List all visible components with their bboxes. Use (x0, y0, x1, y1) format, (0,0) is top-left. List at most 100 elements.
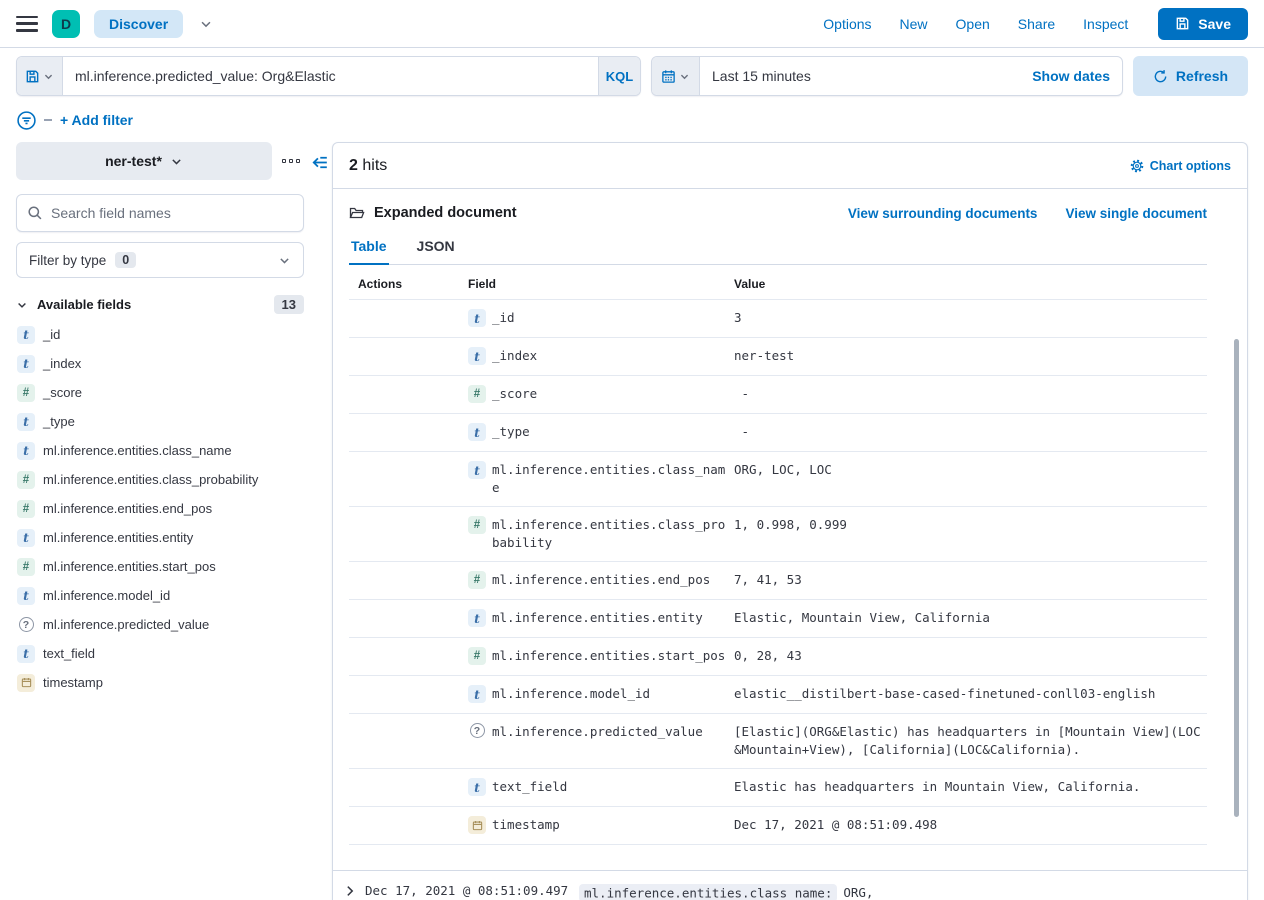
field-name: _index (43, 356, 81, 371)
field-list-item[interactable]: # ml.inference.entities.start_pos (16, 552, 304, 581)
field-list-item[interactable]: # _score (16, 378, 304, 407)
doc-table-row[interactable]: t ml.inference.entities.entity Elastic, … (349, 599, 1207, 637)
documents-table-row: Dec 17, 2021 @ 08:51:09.497 ml.inference… (333, 870, 1247, 900)
row-field-value: ner-test (734, 347, 1207, 365)
doc-viewer-tab[interactable]: Table (349, 234, 389, 265)
time-range-value[interactable]: Last 15 minutes (700, 57, 1020, 95)
filter-menu-icon[interactable] (16, 110, 37, 131)
doc-table-row[interactable]: t _index ner-test (349, 337, 1207, 375)
vertical-scrollbar[interactable] (1234, 339, 1239, 817)
view-document-link[interactable]: View single document (1065, 206, 1207, 221)
field-type-icon: ? (470, 723, 485, 738)
doc-viewer-tab[interactable]: JSON (415, 234, 457, 265)
row-field-name: ml.inference.entities.class_name (492, 461, 726, 496)
chevron-down-icon (43, 71, 54, 82)
field-search (16, 194, 304, 232)
field-type-icon: t (17, 645, 35, 663)
field-type-icon: # (17, 471, 35, 489)
field-type-icon: t (17, 326, 35, 344)
show-dates-button[interactable]: Show dates (1020, 57, 1122, 95)
field-groups-icon[interactable] (278, 142, 304, 180)
query-language-button[interactable]: KQL (598, 57, 640, 95)
doc-table-row[interactable]: ? ml.inference.predicted_value [Elastic]… (349, 713, 1207, 768)
field-list-item[interactable]: t _index (16, 349, 304, 378)
document-source[interactable]: ml.inference.entities.class_name:ORG, LO… (579, 881, 1233, 900)
row-actions-cell (349, 778, 468, 796)
doc-table-row[interactable]: t ml.inference.entities.class_name ORG, … (349, 451, 1207, 506)
field-type-icon: t (468, 461, 486, 479)
header-nav-links: Options New Open Share Inspect (823, 16, 1128, 32)
doc-table-row[interactable]: # ml.inference.entities.end_pos 7, 41, 5… (349, 561, 1207, 599)
row-field-cell: t _index (468, 347, 726, 365)
view-document-link[interactable]: View surrounding documents (848, 206, 1038, 221)
add-filter-button[interactable]: + Add filter (60, 112, 133, 128)
field-list-item[interactable]: # ml.inference.entities.class_probabilit… (16, 465, 304, 494)
row-field-cell: t ml.inference.entities.entity (468, 609, 726, 627)
nav-link[interactable]: New (900, 16, 928, 32)
nav-link[interactable]: Options (823, 16, 871, 32)
doc-table-row[interactable]: # _score - (349, 375, 1207, 413)
doc-table-row[interactable]: # ml.inference.entities.start_pos 0, 28,… (349, 637, 1207, 675)
row-field-cell: # ml.inference.entities.end_pos (468, 571, 726, 589)
nav-link[interactable]: Open (956, 16, 990, 32)
row-actions-cell (349, 423, 468, 441)
menu-icon[interactable] (16, 16, 38, 32)
field-list-item[interactable]: t _type (16, 407, 304, 436)
field-type-icon: # (468, 647, 486, 665)
field-list-item[interactable]: t _id (16, 320, 304, 349)
doc-table-row[interactable]: t ml.inference.model_id elastic__distilb… (349, 675, 1207, 713)
doc-table-row[interactable]: timestamp Dec 17, 2021 @ 08:51:09.498 (349, 806, 1207, 845)
index-pattern-label: ner-test* (105, 153, 162, 169)
field-list-item[interactable]: ? ml.inference.predicted_value (16, 610, 304, 639)
field-list-item[interactable]: # ml.inference.entities.end_pos (16, 494, 304, 523)
expand-document-chevron-icon[interactable] (343, 881, 365, 900)
chevron-down-icon[interactable] (199, 17, 213, 31)
field-list-item[interactable]: timestamp (16, 668, 304, 697)
doc-table-row[interactable]: # ml.inference.entities.class_probabilit… (349, 506, 1207, 561)
doc-table-row[interactable]: t _id 3 (349, 299, 1207, 337)
nav-link[interactable]: Share (1018, 16, 1055, 32)
folder-open-icon (349, 205, 365, 221)
document-timestamp[interactable]: Dec 17, 2021 @ 08:51:09.497 (365, 881, 579, 900)
filter-by-type-count-badge: 0 (115, 252, 136, 268)
query-row: ml.inference.predicted_value: Org&Elasti… (16, 56, 1248, 96)
query-input[interactable]: ml.inference.predicted_value: Org&Elasti… (63, 57, 598, 95)
search-field-names-input[interactable] (51, 205, 293, 221)
source-field-pair: ml.inference.entities.class_name:ORG, LO… (579, 885, 873, 900)
collapse-sidebar-icon[interactable] (309, 153, 328, 172)
field-list-item[interactable]: t ml.inference.entities.entity (16, 523, 304, 552)
save-button[interactable]: Save (1158, 8, 1248, 40)
doc-table-row[interactable]: t _type - (349, 413, 1207, 451)
query-bar: ml.inference.predicted_value: Org&Elasti… (16, 56, 641, 96)
breadcrumb[interactable]: Discover (94, 10, 183, 38)
chevron-down-icon (170, 155, 183, 168)
row-field-cell: # ml.inference.entities.start_pos (468, 647, 726, 665)
nav-link[interactable]: Inspect (1083, 16, 1128, 32)
field-list-item[interactable]: t text_field (16, 639, 304, 668)
refresh-button[interactable]: Refresh (1133, 56, 1248, 96)
chart-options-button[interactable]: Chart options (1130, 159, 1231, 173)
hits-count: 2 (349, 157, 358, 174)
date-quick-menu-button[interactable] (652, 57, 700, 95)
discover-app-logo: D (52, 10, 80, 38)
row-field-name: _index (492, 347, 726, 365)
index-pattern-switcher[interactable]: ner-test* (16, 142, 272, 180)
field-list-item[interactable]: t ml.inference.model_id (16, 581, 304, 610)
row-field-name: ml.inference.predicted_value (492, 723, 726, 741)
field-type-icon: t (468, 309, 486, 327)
available-fields-header[interactable]: Available fields 13 (16, 295, 304, 314)
field-name: _type (43, 414, 75, 429)
doc-table-row[interactable]: t text_field Elastic has headquarters in… (349, 768, 1207, 806)
field-type-icon: # (17, 384, 35, 402)
row-actions-cell (349, 647, 468, 665)
chevron-down-icon (278, 254, 291, 267)
field-type-icon: # (468, 516, 486, 534)
field-type-icon: # (17, 558, 35, 576)
available-fields-count-badge: 13 (274, 295, 304, 314)
field-name: ml.inference.entities.end_pos (43, 501, 212, 516)
hits-label: hits (362, 157, 387, 174)
saved-query-menu-button[interactable] (17, 57, 63, 95)
column-field: Field (468, 277, 726, 291)
filter-by-type-dropdown[interactable]: Filter by type 0 (16, 242, 304, 278)
field-list-item[interactable]: t ml.inference.entities.class_name (16, 436, 304, 465)
